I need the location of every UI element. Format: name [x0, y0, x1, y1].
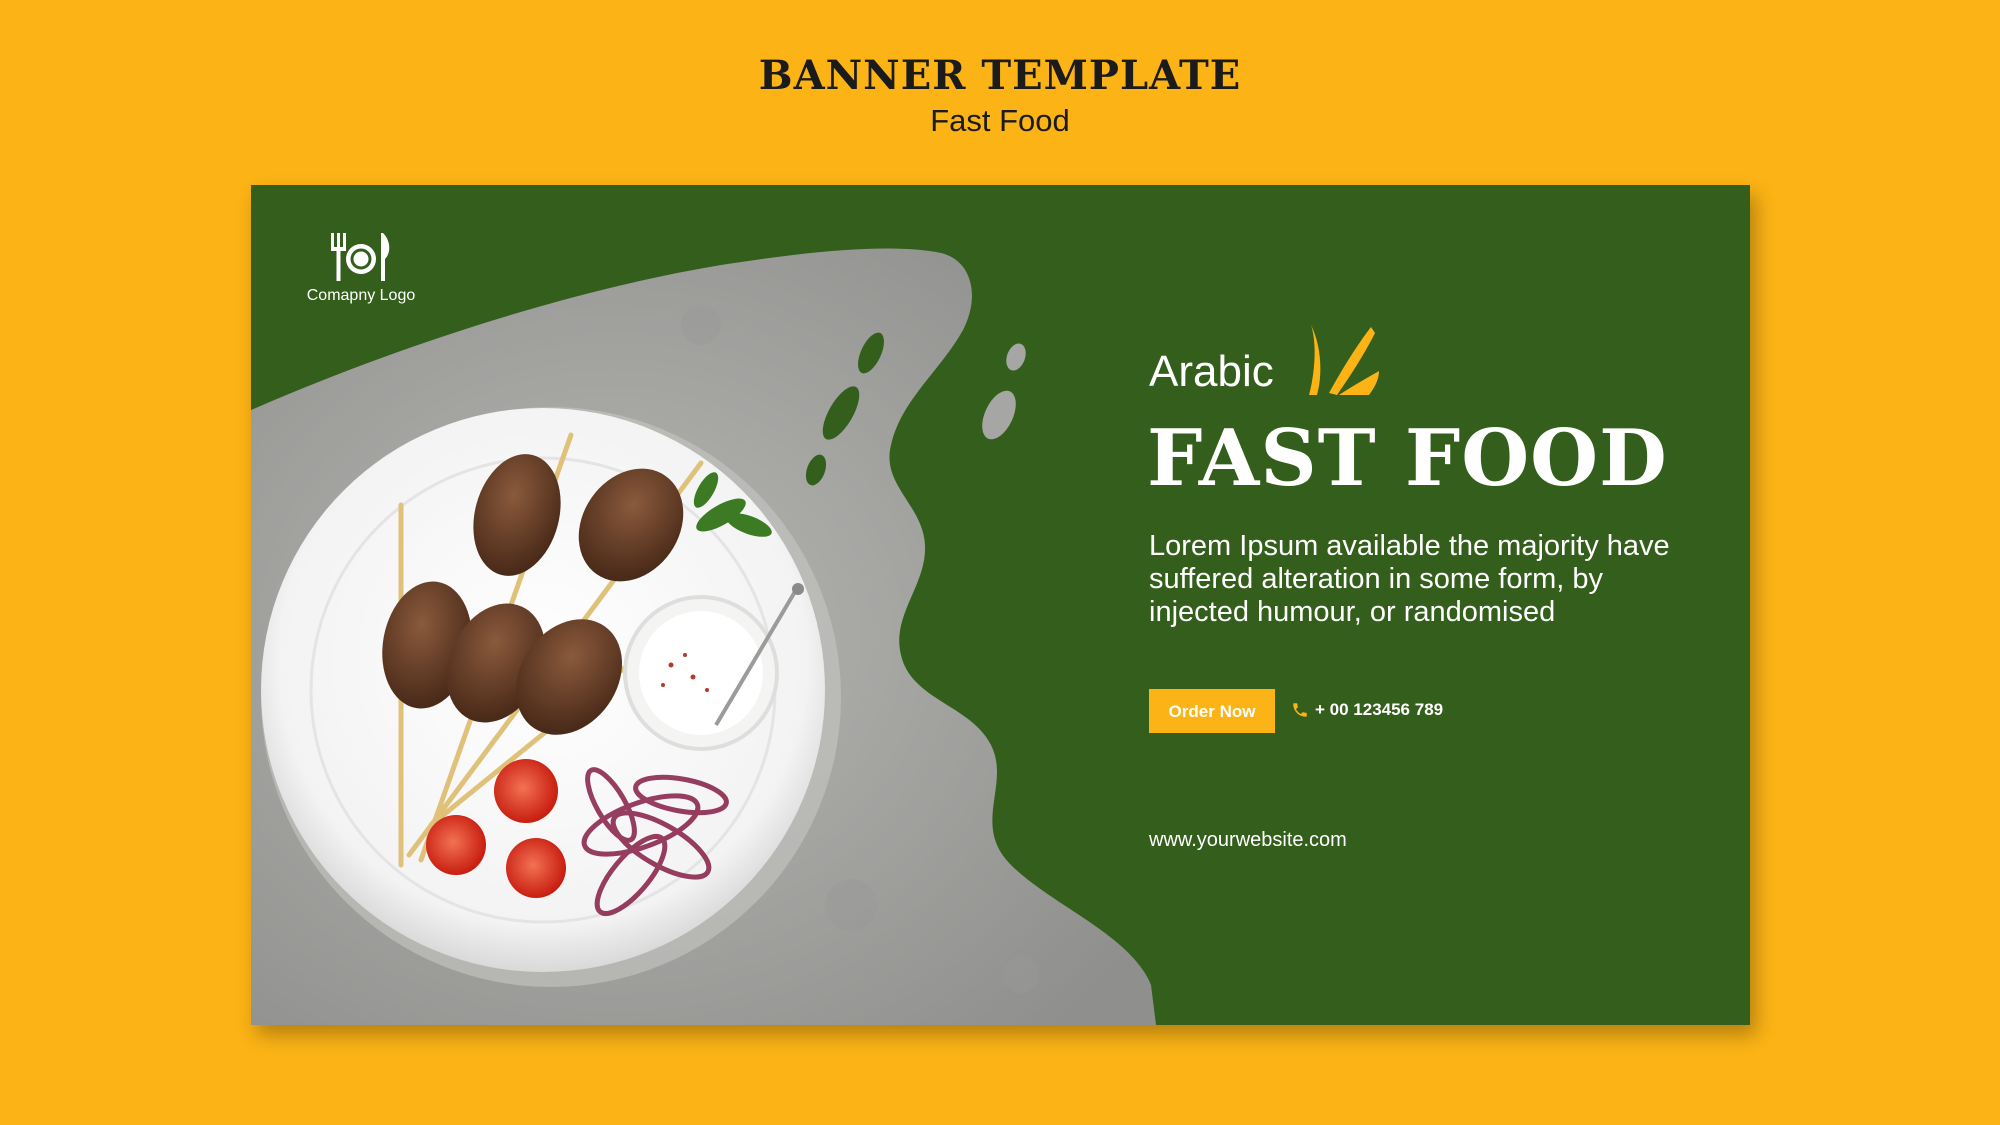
- page-title: BANNER TEMPLATE: [758, 52, 1242, 99]
- page-subtitle: Fast Food: [930, 103, 1070, 138]
- phone-contact[interactable]: + 00 123456 789: [1291, 700, 1443, 720]
- burst-icon: [1309, 325, 1379, 395]
- logo-label: Comapny Logo: [306, 287, 416, 304]
- description: Lorem Ipsum available the majority have …: [1149, 530, 1670, 628]
- order-now-button[interactable]: Order Now: [1149, 689, 1275, 733]
- website-link[interactable]: www.yourwebsite.com: [1149, 829, 1347, 852]
- phone-number: + 00 123456 789: [1315, 700, 1444, 719]
- tomato: [506, 838, 566, 898]
- tomato: [494, 759, 558, 823]
- tomato: [426, 815, 486, 875]
- cutlery-plate-icon: [331, 233, 390, 281]
- company-logo[interactable]: Comapny Logo: [286, 231, 436, 305]
- phone-icon: [1293, 703, 1307, 717]
- eyebrow-text: Arabic: [1149, 347, 1274, 396]
- banner: Comapny Logo Arabic FAST FOOD Lorem Ipsu…: [251, 185, 1750, 1025]
- headline: FAST FOOD: [1147, 413, 1668, 504]
